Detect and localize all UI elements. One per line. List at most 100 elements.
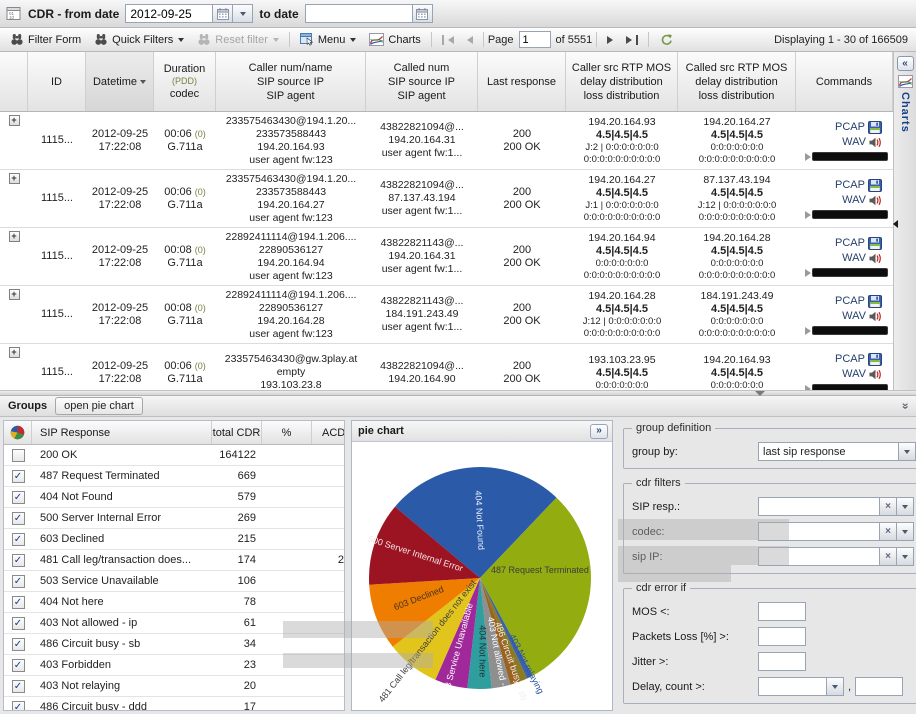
collapse-panel-button[interactable]: «	[896, 56, 914, 71]
column-header-clipped[interactable]: ACD	[312, 421, 344, 444]
audio-progress-bar[interactable]	[812, 152, 888, 161]
clear-filter-button[interactable]: ×	[880, 497, 897, 516]
first-page-button[interactable]	[436, 32, 460, 48]
pcap-save-icon[interactable]	[868, 237, 882, 250]
panel-collapse-arrow-icon[interactable]	[893, 220, 898, 228]
response-checkbox[interactable]: ✓	[11, 511, 25, 525]
group-by-select[interactable]: last sip response	[758, 442, 916, 461]
to-date-calendar-button[interactable]	[412, 4, 433, 23]
column-header[interactable]	[0, 52, 28, 111]
response-checkbox[interactable]: ✓	[11, 595, 25, 609]
response-checkbox[interactable]: ✓	[11, 532, 25, 546]
group-by-value[interactable]: last sip response	[758, 442, 899, 461]
wav-speaker-icon[interactable]	[869, 311, 882, 322]
column-header[interactable]: Commands	[796, 52, 893, 111]
expand-row-button[interactable]: +	[8, 173, 20, 184]
wav-speaker-icon[interactable]	[869, 195, 882, 206]
audio-progress-bar[interactable]	[812, 268, 888, 277]
response-checkbox[interactable]	[11, 448, 25, 462]
filter-input[interactable]	[758, 522, 880, 541]
page-number-input[interactable]	[518, 31, 551, 48]
pcap-link[interactable]: PCAP	[835, 236, 865, 251]
filter-form-button[interactable]: Filter Form	[4, 30, 87, 49]
wav-speaker-icon[interactable]	[869, 137, 882, 148]
audio-play-button[interactable]	[805, 268, 811, 277]
column-header[interactable]: ID	[28, 52, 86, 111]
clear-filter-button[interactable]: ×	[880, 547, 897, 566]
delay-select[interactable]	[758, 677, 844, 696]
column-header[interactable]: Duration (PDD) codec	[154, 52, 216, 111]
from-date-calendar-button[interactable]	[213, 4, 234, 23]
column-header[interactable]: Last response	[478, 52, 566, 111]
next-page-button[interactable]	[601, 33, 619, 47]
response-checkbox[interactable]: ✓	[11, 469, 25, 483]
pcap-save-icon[interactable]	[868, 179, 882, 192]
pcap-link[interactable]: PCAP	[835, 120, 865, 135]
column-header[interactable]: Datetime	[86, 52, 154, 111]
filter-dropdown-button[interactable]	[897, 522, 914, 541]
expand-row-button[interactable]: +	[8, 231, 20, 242]
open-pie-chart-button[interactable]: open pie chart	[55, 397, 143, 415]
to-date-input[interactable]	[304, 4, 413, 23]
response-checkbox[interactable]: ✓	[11, 700, 25, 710]
column-header-total-cdr[interactable]: total CDR	[212, 421, 262, 444]
pcap-save-icon[interactable]	[868, 121, 882, 134]
response-checkbox[interactable]: ✓	[11, 658, 25, 672]
filter-input[interactable]	[758, 497, 880, 516]
response-checkbox[interactable]: ✓	[11, 490, 25, 504]
collapse-groups-icon[interactable]: «	[898, 403, 912, 410]
charts-panel-tab[interactable]: Charts	[899, 92, 911, 133]
quick-filters-button[interactable]: Quick Filters	[88, 30, 190, 49]
pcap-save-icon[interactable]	[868, 353, 882, 366]
pcap-link[interactable]: PCAP	[835, 352, 865, 367]
delay-select-value[interactable]	[758, 677, 827, 696]
response-checkbox[interactable]: ✓	[11, 553, 25, 567]
audio-progress-bar[interactable]	[812, 210, 888, 219]
expand-row-button[interactable]: +	[8, 289, 20, 300]
delay-count-input[interactable]	[855, 677, 904, 696]
wav-speaker-icon[interactable]	[869, 369, 882, 380]
column-header[interactable]: Caller num/name SIP source IP SIP agent	[216, 52, 366, 111]
audio-play-button[interactable]	[805, 152, 811, 161]
response-checkbox[interactable]: ✓	[11, 616, 25, 630]
expand-row-button[interactable]: +	[8, 347, 20, 358]
filter-dropdown-button[interactable]	[897, 497, 914, 516]
expand-row-button[interactable]: +	[8, 115, 20, 126]
response-checkbox[interactable]: ✓	[11, 679, 25, 693]
column-header[interactable]: Called src RTP MOS delay distribution loss…	[678, 52, 796, 111]
wav-link[interactable]: WAV	[842, 135, 866, 150]
charts-button[interactable]: Charts	[363, 30, 426, 49]
reset-filter-button[interactable]: Reset filter	[191, 30, 285, 49]
column-header[interactable]: Called num SIP source IP SIP agent	[366, 52, 478, 111]
column-header[interactable]: Caller src RTP MOS delay distribution loss…	[566, 52, 678, 111]
menu-button[interactable]: Menu	[294, 30, 363, 49]
group-by-dropdown-button[interactable]	[899, 442, 916, 461]
from-date-dropdown-button[interactable]	[233, 4, 254, 23]
audio-play-button[interactable]	[805, 326, 811, 335]
last-page-button[interactable]	[620, 32, 644, 48]
expand-pie-button[interactable]: »	[590, 423, 608, 439]
wav-link[interactable]: WAV	[842, 309, 866, 324]
wav-link[interactable]: WAV	[842, 367, 866, 382]
from-date-input[interactable]	[125, 4, 214, 23]
error-condition-input[interactable]	[758, 652, 806, 671]
audio-play-button[interactable]	[805, 210, 811, 219]
pcap-link[interactable]: PCAP	[835, 178, 865, 193]
refresh-button[interactable]	[653, 30, 679, 49]
wav-link[interactable]: WAV	[842, 251, 866, 266]
wav-speaker-icon[interactable]	[869, 253, 882, 264]
wav-link[interactable]: WAV	[842, 193, 866, 208]
filter-input[interactable]	[758, 547, 880, 566]
prev-page-button[interactable]	[461, 33, 479, 47]
clear-filter-button[interactable]: ×	[880, 522, 897, 541]
error-condition-input[interactable]	[758, 627, 806, 646]
filter-dropdown-button[interactable]	[897, 547, 914, 566]
column-header-percent[interactable]: %	[262, 421, 312, 444]
audio-progress-bar[interactable]	[812, 326, 888, 335]
response-checkbox[interactable]: ✓	[11, 637, 25, 651]
pcap-link[interactable]: PCAP	[835, 294, 865, 309]
column-header-sip-response[interactable]: SIP Response	[32, 421, 212, 444]
pcap-save-icon[interactable]	[868, 295, 882, 308]
error-condition-input[interactable]	[758, 602, 806, 621]
response-checkbox[interactable]: ✓	[11, 574, 25, 588]
